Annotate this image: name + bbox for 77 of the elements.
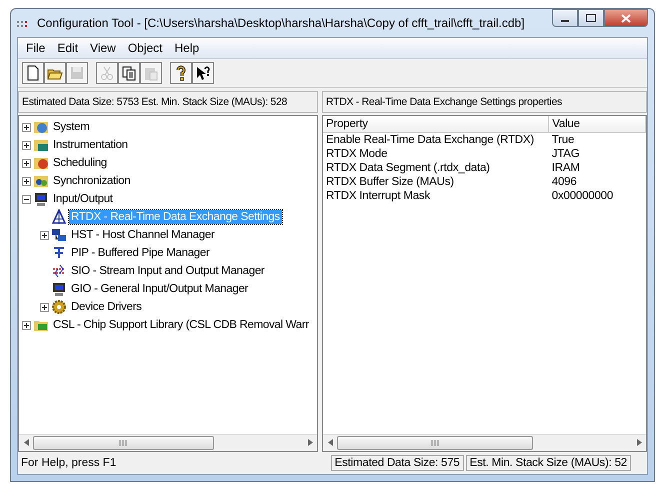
status-panel: Est. Min. Stack Size (MAUs): 52 <box>466 455 631 471</box>
tree-item[interactable]: Instrumentation <box>51 138 130 152</box>
collapse-toggle[interactable] <box>22 194 31 204</box>
clipboard-icon <box>143 65 159 81</box>
property-cell-text: RTDX Buffer Size (MAUs) <box>325 175 455 189</box>
folder-globe-icon <box>33 119 49 135</box>
expand-toggle[interactable] <box>22 176 31 186</box>
maximize-icon <box>586 14 596 22</box>
expand-toggle[interactable] <box>22 140 31 150</box>
tree-item[interactable]: HST - Host Channel Manager <box>69 228 216 242</box>
tree-item[interactable]: SIO - Stream Input and Output Manager <box>69 264 266 278</box>
scroll-left-icon <box>328 438 332 446</box>
tree-item[interactable]: Synchronization <box>51 174 132 188</box>
tree-item[interactable]: PIP - Buffered Pipe Manager <box>69 246 212 260</box>
new-file-icon <box>25 65 41 81</box>
grip-icon <box>430 440 439 446</box>
folder-clock-icon <box>33 155 49 171</box>
menu-item[interactable]: Edit <box>51 39 84 57</box>
maximize-button[interactable] <box>578 9 604 27</box>
property-cell-text: RTDX Data Segment (.rtdx_data) <box>325 161 491 175</box>
toolbar-button[interactable] <box>44 62 66 84</box>
tree-item[interactable]: GIO - General Input/Output Manager <box>69 282 250 296</box>
column-header[interactable]: Property <box>323 116 549 132</box>
scroll-left-icon <box>24 438 28 446</box>
folder-people-icon <box>33 173 49 189</box>
toolbar-button[interactable] <box>192 62 214 84</box>
value-cell: True <box>548 132 646 147</box>
property-cell-text: RTDX Mode <box>325 147 388 161</box>
minimize-icon <box>561 20 569 22</box>
folder-chart-icon <box>33 137 49 153</box>
toolbar-button[interactable] <box>22 62 44 84</box>
expand-toggle[interactable] <box>40 230 49 240</box>
expand-toggle[interactable] <box>22 158 31 168</box>
properties-title: RTDX - Real-Time Data Exchange Settings properties <box>326 96 562 108</box>
toolbar-button[interactable] <box>170 62 192 84</box>
arrows-icon <box>51 263 67 279</box>
horizontal-scrollbar[interactable] <box>19 434 317 451</box>
scroll-right-icon <box>636 438 642 446</box>
gear-icon <box>51 299 67 315</box>
tree-item[interactable]: CSL - Chip Support Library (CSL CDB Removal Warr <box>51 318 311 332</box>
grip-icon <box>119 440 128 446</box>
minimize-button[interactable] <box>552 9 578 27</box>
scroll-right-icon <box>308 438 312 446</box>
tree-item[interactable]: Input/Output <box>51 192 115 206</box>
value-cell-text: IRAM <box>550 161 581 175</box>
copy-icon <box>121 65 137 81</box>
status-panel: Estimated Data Size: 575 <box>330 455 464 471</box>
expand-toggle[interactable] <box>40 302 49 312</box>
close-icon <box>621 14 631 22</box>
antenna-icon <box>51 209 67 225</box>
toolbar-button[interactable] <box>118 62 140 84</box>
horizontal-scrollbar[interactable] <box>323 434 646 451</box>
menu-item[interactable]: Object <box>122 39 169 57</box>
expand-toggle[interactable] <box>22 122 31 132</box>
property-cell: Enable Real-Time Data Exchange (RTDX) <box>323 132 549 147</box>
menu-item[interactable]: View <box>84 39 122 57</box>
status-text: For Help, press F1 <box>20 457 118 469</box>
window-title: Configuration Tool - [C:\Users\harsha\Desktop\harsha\Harsha\Copy of cfft_trail\cfft_trail.cdb] <box>37 16 526 30</box>
network-icon <box>51 227 67 243</box>
pipe-icon <box>51 245 67 261</box>
expand-toggle[interactable] <box>22 320 31 330</box>
value-cell-text: 0x00000000 <box>550 189 614 203</box>
monitor-icon <box>33 191 49 207</box>
scissors-icon <box>99 65 115 81</box>
summary-text: Estimated Data Size: 5753 Est. Min. Stack Size (MAUs): 528 <box>22 96 288 108</box>
column-header[interactable]: Value <box>548 116 646 132</box>
tree-item[interactable]: Scheduling <box>51 156 109 170</box>
property-cell-text: RTDX Interrupt Mask <box>325 189 432 203</box>
tree-item[interactable]: Device Drivers <box>69 300 144 314</box>
monitor-icon <box>51 281 67 297</box>
pointer-question-icon <box>195 65 211 81</box>
tree-item[interactable]: System <box>51 120 92 134</box>
menu-item[interactable]: File <box>20 39 52 57</box>
close-button[interactable] <box>604 9 648 27</box>
value-cell-text: 4096 <box>550 175 578 189</box>
value-cell-text: JTAG <box>550 147 580 161</box>
menu-item[interactable]: Help <box>168 39 206 57</box>
